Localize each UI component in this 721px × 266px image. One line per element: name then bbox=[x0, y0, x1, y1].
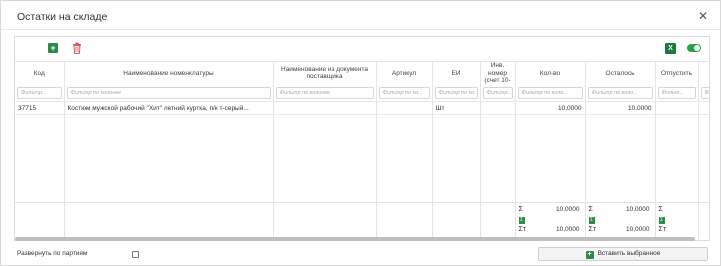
insert-selected-button[interactable]: + Вставить выбранное bbox=[538, 247, 708, 261]
cell-name: Костюм мужской рабочий "Хит" летний курт… bbox=[64, 101, 274, 115]
view-toggle[interactable] bbox=[687, 44, 701, 52]
total-icon: Σт bbox=[658, 226, 667, 233]
left-summary: Σ 10,0000 Σ Σт 10,0000 bbox=[585, 202, 656, 239]
filter-supplier-name[interactable]: Фильтр по колонке bbox=[275, 86, 374, 99]
excel-icon[interactable]: X bbox=[665, 43, 676, 54]
cell-inv bbox=[480, 101, 516, 115]
filter-qty[interactable]: Фильтр по коло... bbox=[517, 86, 583, 99]
filter-inv[interactable]: Фильтр... bbox=[482, 86, 513, 99]
header-row: Код Наименование номенклатуры Наименован… bbox=[15, 61, 709, 85]
filter-release[interactable]: Фильт... bbox=[657, 86, 696, 99]
stock-dialog: Остатки на складе ✕ + X Код Наименование… bbox=[0, 0, 721, 266]
filter-article[interactable]: Фильтр по ко... bbox=[378, 86, 430, 99]
col-header-unit[interactable]: ЕИ bbox=[432, 61, 481, 85]
col-header-release[interactable]: Отпустить bbox=[655, 61, 699, 85]
sum-icon: Σ bbox=[658, 206, 663, 213]
close-icon[interactable]: ✕ bbox=[698, 9, 708, 23]
summary-row: Σ 10,0000 Σ Σт 10,0000 Σ 10,0000 Σ Σт 10,000… bbox=[15, 202, 709, 239]
filter-name[interactable]: Фильтр по колонке bbox=[66, 86, 271, 99]
filter-left[interactable]: Фильтр по коло... bbox=[587, 86, 653, 99]
plus-icon: + bbox=[585, 251, 594, 259]
sum-toggle-icon[interactable]: Σ bbox=[658, 217, 665, 224]
sum-toggle-icon[interactable]: Σ bbox=[588, 217, 595, 224]
title-divider bbox=[1, 29, 720, 30]
expand-by-batches-checkbox[interactable] bbox=[132, 251, 139, 258]
cell-unit: Шт bbox=[432, 101, 481, 115]
col-header-qty[interactable]: Кол-во bbox=[515, 61, 586, 85]
total-icon: Σт bbox=[588, 226, 597, 233]
qty-total: 10,0000 bbox=[556, 226, 580, 233]
horizontal-scrollbar[interactable] bbox=[15, 237, 695, 241]
table-row[interactable]: 37715 Костюм мужской рабочий "Хит" летни… bbox=[15, 101, 709, 115]
stock-table: Код Наименование номенклатуры Наименован… bbox=[15, 61, 709, 239]
trash-icon[interactable] bbox=[72, 42, 82, 54]
cell-supplier-name bbox=[273, 101, 377, 115]
col-header-article[interactable]: Артикул bbox=[376, 61, 433, 85]
filter-unit[interactable]: Фильтр по ко... bbox=[434, 86, 479, 99]
filter-row: Фильтр... Фильтр по колонке Фильтр по ко… bbox=[15, 84, 709, 102]
filter-extra[interactable]: Ф... bbox=[700, 86, 709, 99]
qty-summary: Σ 10,0000 Σ Σт 10,0000 bbox=[515, 202, 586, 239]
cell-code: 37715 bbox=[15, 101, 65, 115]
sum-icon: Σ bbox=[588, 206, 593, 213]
col-header-code[interactable]: Код bbox=[15, 61, 65, 85]
col-header-name[interactable]: Наименование номенклатуры bbox=[64, 61, 274, 85]
add-button[interactable]: + bbox=[48, 43, 58, 53]
release-summary: Σ Σ Σт bbox=[655, 202, 699, 239]
col-header-extra[interactable] bbox=[698, 61, 709, 85]
col-header-inv[interactable]: Инв. номер (счет 10- bbox=[480, 61, 516, 85]
left-sum: 10,0000 bbox=[626, 206, 650, 213]
filter-code[interactable]: Фильтр... bbox=[17, 86, 62, 99]
table-panel: + X Код Наименование номенклатуры Наимен… bbox=[14, 36, 710, 241]
total-icon: Σт bbox=[518, 226, 527, 233]
cell-qty: 10,0000 bbox=[515, 101, 586, 115]
cell-article bbox=[376, 101, 433, 115]
cell-left: 10,0000 bbox=[585, 101, 656, 115]
sum-icon: Σ bbox=[518, 206, 523, 213]
col-header-supplier-name[interactable]: Наименование из документа поставщика bbox=[273, 61, 377, 85]
sum-toggle-icon[interactable]: Σ bbox=[518, 217, 525, 224]
plus-icon: + bbox=[50, 43, 56, 53]
qty-sum: 10,0000 bbox=[556, 206, 580, 213]
expand-by-batches-label: Развернуть по партиям bbox=[17, 250, 88, 257]
col-header-left[interactable]: Осталось bbox=[585, 61, 656, 85]
empty-area bbox=[15, 114, 709, 203]
cell-release[interactable] bbox=[655, 101, 699, 115]
insert-selected-label: Вставить выбранное bbox=[597, 250, 661, 257]
dialog-title: Остатки на складе bbox=[17, 11, 108, 23]
cell-extra bbox=[698, 101, 709, 115]
left-total: 10,0000 bbox=[626, 226, 650, 233]
